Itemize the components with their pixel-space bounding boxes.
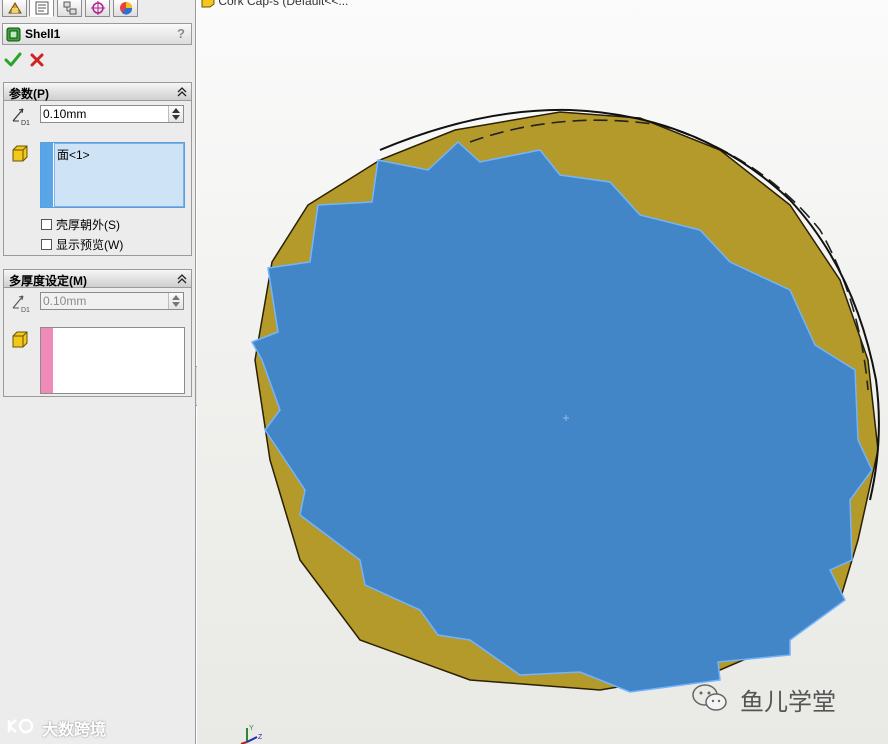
configuration-icon [63,1,76,14]
list-item[interactable]: 面<1> [57,146,90,163]
wechat-logo-icon [692,684,727,711]
svg-text:Y: Y [249,725,254,732]
spin-up-icon[interactable] [172,108,180,113]
watermark-right: 鱼儿学堂 [690,680,870,716]
multi-faces-color-strip [41,328,53,393]
multi-face-selection-icon [12,331,28,348]
shell-outward-checkbox[interactable] [41,218,52,230]
configuration-manager-tab[interactable] [57,0,82,17]
thickness-spin-arrows[interactable] [168,106,183,122]
svg-text:Z: Z [258,734,263,741]
thickness-dimension-icon: D1 [12,108,30,126]
watermark-right-text: 鱼儿学堂 [740,688,836,716]
parameters-section-title: 参数(P) [9,87,49,101]
display-manager-tab[interactable] [113,0,138,17]
property-manager-icon [35,1,48,14]
parameters-section-header[interactable]: 参数(P) [3,82,192,101]
feature-tree-icon [7,1,22,13]
faces-color-strip [41,143,53,207]
feature-manager-tab[interactable] [2,0,27,17]
multi-thickness-spin-arrows[interactable] [168,293,183,309]
thickness-input[interactable] [41,106,167,122]
show-preview-checkbox[interactable] [41,238,52,250]
multi-faces-list-area[interactable] [54,328,184,393]
parameters-section-body: D1 面<1> 壳厚朝外(S) 显示预览(W) [3,101,192,256]
display-manager-icon [119,1,132,15]
axis-triad-icon: Y Z [240,725,263,744]
watermark-left-text: 大数跨境 [42,720,107,739]
collapse-chevron-icon[interactable] [177,273,187,285]
dimxpert-manager-tab[interactable] [85,0,110,17]
cancel-button[interactable] [30,53,44,67]
accept-button[interactable] [4,52,22,68]
multi-thickness-section-title: 多厚度设定(M) [9,274,87,288]
manager-tabs [0,0,196,18]
faces-list-area[interactable]: 面<1> [54,143,184,207]
spin-down-icon[interactable] [172,115,180,120]
shell-feature-icon [6,27,21,42]
multi-thickness-dimension-icon: D1 [12,295,30,313]
multi-thickness-spinbox[interactable] [40,292,184,310]
shell-outward-option[interactable]: 壳厚朝外(S) [41,216,120,232]
cork-cap-model[interactable] [197,0,888,744]
faces-to-remove-list[interactable]: 面<1> [40,142,185,208]
feature-title-bar: Shell1 ? [2,23,192,45]
collapse-chevron-icon[interactable] [177,86,187,98]
multi-thickness-section-body: D1 [3,288,192,397]
dimxpert-icon [90,0,105,15]
help-button[interactable]: ? [177,26,185,41]
spin-down-icon[interactable] [172,302,180,307]
property-manager-tab[interactable] [29,0,54,17]
property-manager-panel: Shell1 ? 参数(P) D1 面<1> 壳厚朝外(S) [0,0,196,744]
shell-outward-label: 壳厚朝外(S) [56,217,120,232]
watermark-left: 大数跨境 [6,714,126,740]
svg-text:D1: D1 [21,120,30,126]
svg-text:D1: D1 [21,307,30,313]
brand-logo-icon [7,718,34,734]
thickness-spinbox[interactable] [40,105,184,123]
graphics-viewport[interactable]: Cork Cap-s (Default<<... Y Z [197,0,888,744]
feature-title: Shell1 [25,27,61,41]
multi-thickness-faces-list[interactable] [40,327,185,394]
multi-thickness-section-header[interactable]: 多厚度设定(M) [3,269,192,288]
spin-up-icon[interactable] [172,295,180,300]
face-selection-icon [12,145,28,162]
show-preview-label: 显示预览(W) [56,237,124,252]
show-preview-option[interactable]: 显示预览(W) [41,236,123,252]
multi-thickness-input[interactable] [41,293,167,309]
